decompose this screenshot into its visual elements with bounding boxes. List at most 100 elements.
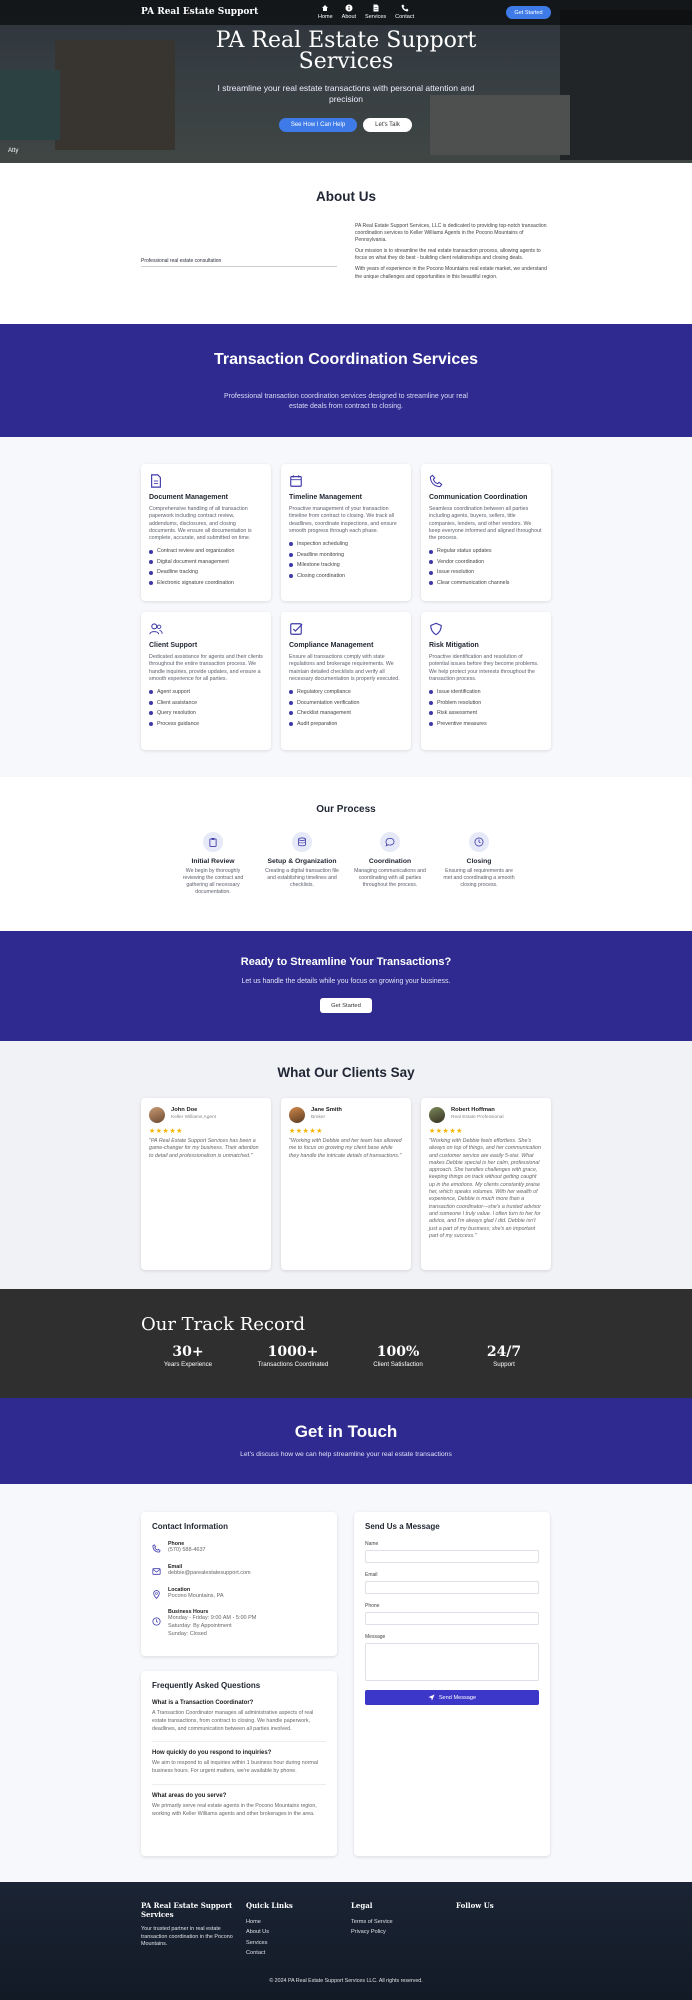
service-card-compliance-management: Compliance Management Ensure all transac…	[281, 612, 411, 750]
service-feature: Closing coordination	[289, 571, 403, 582]
legal-title: Legal	[351, 1901, 373, 1910]
service-feature: Query resolution	[149, 708, 263, 719]
process-step-icon	[469, 832, 489, 852]
name-field[interactable]	[365, 1550, 539, 1563]
contact-banner: Get in Touch Let's discuss how we can he…	[0, 1398, 692, 1484]
service-title: Client Support	[149, 642, 198, 649]
footer-link-home[interactable]: Home	[246, 1917, 293, 1927]
nav-home[interactable]: Home	[318, 4, 333, 20]
nav-contact[interactable]: Contact	[395, 4, 414, 20]
stat-years: 30+ Years Experience	[133, 1344, 243, 1368]
service-feature: Preventive measures	[429, 719, 543, 730]
service-feature: Electronic signature coordination	[149, 578, 263, 589]
service-desc: Dedicated assistance for agents and thei…	[149, 654, 263, 682]
service-feature: Issue resolution	[429, 567, 543, 578]
track-record-section: Our Track Record 30+ Years Experience 10…	[0, 1289, 692, 1398]
footer-follow: Follow Us	[456, 1901, 494, 1917]
services-banner-title: Transaction Coordination Services	[213, 351, 479, 368]
home-icon	[322, 5, 329, 11]
clipboard-icon	[209, 837, 217, 847]
about-text: PA Real Estate Support Services, LLC is …	[355, 223, 550, 285]
footer-link-about[interactable]: About Us	[246, 1927, 293, 1937]
lets-talk-button[interactable]: Let's Talk	[363, 118, 412, 132]
nav-services[interactable]: Services	[365, 4, 386, 20]
footer-brand: PA Real Estate Support Services	[141, 1901, 233, 1919]
service-desc: Proactive management of your transaction…	[289, 506, 397, 534]
service-feature: Deadline monitoring	[289, 550, 403, 561]
service-card-document-management: Document Management Comprehensive handli…	[141, 464, 271, 601]
service-feature: Issue identification	[429, 687, 543, 698]
avatar	[149, 1107, 165, 1123]
footer-link-services[interactable]: Services	[246, 1938, 293, 1948]
contact-hours: Business Hours Monday - Friday: 9:00 AM …	[152, 1609, 326, 1638]
service-desc: Proactive identification and resolution …	[429, 654, 539, 682]
testimonials-section: What Our Clients Say John Doe Keller Wil…	[0, 1041, 692, 1289]
nav-about-label: About	[341, 14, 357, 20]
star-rating: ★★★★★	[149, 1128, 183, 1135]
contact-info-title: Contact Information	[152, 1522, 228, 1531]
contact-banner-title: Get in Touch	[294, 1422, 398, 1441]
process-step-desc: We begin by thoroughly reviewing the con…	[182, 868, 244, 895]
brand-logo[interactable]: PA Real Estate Support	[141, 7, 258, 17]
nav-home-label: Home	[318, 14, 333, 20]
stat-support: 24/7 Support	[449, 1344, 559, 1368]
see-how-button[interactable]: See How I Can Help	[279, 118, 357, 132]
footer-link-contact[interactable]: Contact	[246, 1948, 293, 1958]
cta-title: Ready to Streamline Your Transactions?	[240, 956, 452, 968]
about-title: About Us	[316, 189, 376, 204]
phone-icon	[152, 1544, 161, 1553]
footer-link-terms[interactable]: Terms of Service	[351, 1917, 393, 1927]
service-feature: Audit preparation	[289, 719, 403, 730]
database-icon	[298, 837, 306, 847]
users-icon	[149, 623, 163, 635]
process-section: Our Process Initial Review We begin by t…	[0, 777, 692, 931]
service-features: Regulatory compliance Documentation veri…	[289, 687, 403, 729]
process-step-coordination: Coordination Managing communications and…	[352, 832, 428, 889]
follow-title: Follow Us	[456, 1901, 494, 1910]
nav-about[interactable]: About	[342, 4, 356, 20]
stat-satisfaction: 100% Client Satisfaction	[343, 1344, 453, 1368]
testimonials-title: What Our Clients Say	[277, 1065, 415, 1080]
footer-quick-links: Quick Links Home About Us Services Conta…	[246, 1901, 293, 1959]
send-message-button[interactable]: Send Message	[365, 1690, 539, 1705]
service-card-risk-mitigation: Risk Mitigation Proactive identification…	[421, 612, 551, 750]
footer-legal: Legal Terms of Service Privacy Policy	[351, 1901, 393, 1938]
phone-value[interactable]: (570) 588-4637	[168, 1547, 206, 1555]
process-step-title: Coordination	[368, 858, 412, 865]
service-title: Risk Mitigation	[429, 642, 479, 649]
stat-number: 24/7	[486, 1344, 522, 1360]
process-step-title: Initial Review	[191, 858, 235, 865]
service-feature: Deadline tracking	[149, 567, 263, 578]
testimonial-quote: "Working with Debbie feels effortless. S…	[429, 1138, 542, 1239]
process-step-title: Closing	[466, 858, 492, 865]
service-feature: Clear communication channels	[429, 578, 543, 589]
about-paragraph: With years of experience in the Pocono M…	[355, 266, 547, 280]
process-step-icon	[292, 832, 312, 852]
email-field[interactable]	[365, 1581, 539, 1594]
testimonial-role: Real Estate Professional	[451, 1115, 504, 1120]
process-step-initial-review: Initial Review We begin by thoroughly re…	[175, 832, 251, 896]
get-started-nav-button[interactable]: Get Started	[506, 6, 551, 19]
faq-title: Frequently Asked Questions	[152, 1681, 261, 1690]
stat-number: 1000+	[267, 1344, 319, 1360]
faq-question: What areas do you serve?	[152, 1792, 227, 1799]
faq-question: What is a Transaction Coordinator?	[152, 1700, 254, 1706]
check-square-icon	[290, 623, 303, 635]
stat-label: Client Satisfaction	[373, 1361, 423, 1368]
hero-subtitle: I streamline your real estate transactio…	[217, 83, 475, 104]
message-field[interactable]	[365, 1643, 539, 1681]
service-feature: Regulatory compliance	[289, 687, 403, 698]
faq-item: What is a Transaction Coordinator? A Tra…	[152, 1700, 326, 1743]
email-value[interactable]: debbie@parealestatesupport.com	[168, 1570, 251, 1578]
about-image-caption: Professional real estate consultation	[141, 258, 337, 267]
message-label: Message	[365, 1634, 386, 1640]
services-banner-subtitle: Professional transaction coordination se…	[224, 393, 468, 410]
copyright: © 2024 PA Real Estate Support Services L…	[269, 1978, 423, 1984]
hours-line: Sunday: Closed	[168, 1630, 207, 1637]
service-card-client-support: Client Support Dedicated assistance for …	[141, 612, 271, 750]
stat-label: Transactions Coordinated	[257, 1361, 329, 1368]
about-paragraph: PA Real Estate Support Services, LLC is …	[355, 223, 547, 244]
get-started-button[interactable]: Get Started	[320, 998, 372, 1013]
phone-field[interactable]	[365, 1612, 539, 1625]
footer-link-privacy[interactable]: Privacy Policy	[351, 1927, 393, 1937]
